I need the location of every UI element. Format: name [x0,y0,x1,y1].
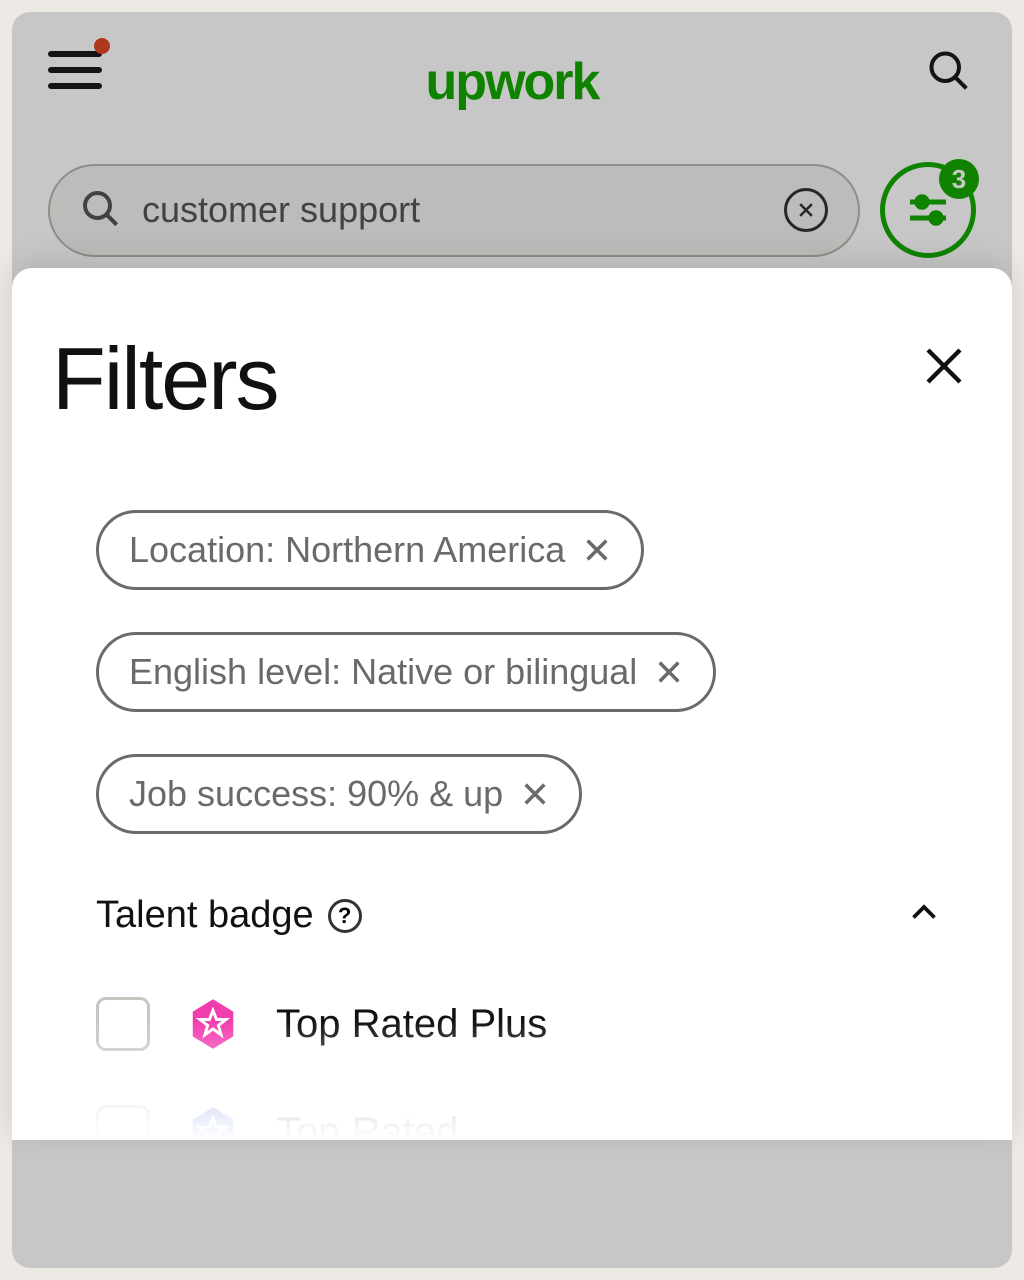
close-icon [920,342,968,390]
menu-bar [48,83,102,89]
top-bar: upwork [12,12,1012,122]
brand-logo-text: upwork [426,53,599,111]
x-icon [521,780,549,808]
x-icon [583,536,611,564]
filter-option-row[interactable]: Top Rated Plus [96,997,942,1051]
search-row: 3 [12,122,1012,258]
help-icon[interactable]: ? [328,899,362,933]
filters-title: Filters [52,328,278,430]
search-field[interactable] [48,164,860,257]
filters-modal: Filters Location: Northern America Engli… [12,268,1012,1140]
notification-dot-icon [94,38,110,54]
remove-chip-button[interactable] [521,780,549,808]
remove-chip-button[interactable] [655,658,683,686]
talent-badge-section: Talent badge ? Top Rated Plus [52,894,972,1140]
filter-toggle-button[interactable]: 3 [880,162,976,258]
search-input[interactable] [142,189,762,231]
checkbox[interactable] [96,1105,150,1140]
section-header[interactable]: Talent badge ? [96,894,942,937]
top-rated-plus-badge-icon [186,997,240,1051]
close-filters-button[interactable] [916,338,972,394]
top-search-button[interactable] [920,42,976,98]
search-icon [926,48,970,92]
chip-label: Job success: 90% & up [129,773,503,815]
filter-chip[interactable]: Location: Northern America [96,510,644,590]
menu-bar [48,51,102,57]
filter-chip[interactable]: English level: Native or bilingual [96,632,716,712]
search-icon [80,188,120,233]
filters-header: Filters [52,328,972,430]
active-filter-chips: Location: Northern America English level… [52,510,972,834]
filter-option-row[interactable]: Top Rated [96,1105,942,1140]
brand-logo[interactable]: upwork [426,52,599,112]
chip-label: English level: Native or bilingual [129,651,637,693]
remove-chip-button[interactable] [583,536,611,564]
menu-bar [48,67,102,73]
clear-search-button[interactable] [784,188,828,232]
section-title: Talent badge [96,894,314,937]
option-label: Top Rated [276,1110,458,1141]
chip-label: Location: Northern America [129,529,565,571]
top-rated-badge-icon [186,1105,240,1140]
menu-button[interactable] [48,42,104,98]
x-icon [796,200,816,220]
chevron-up-icon [906,895,942,936]
x-icon [655,658,683,686]
filter-count-badge: 3 [939,159,979,199]
checkbox[interactable] [96,997,150,1051]
option-label: Top Rated Plus [276,1002,547,1047]
filter-chip[interactable]: Job success: 90% & up [96,754,582,834]
